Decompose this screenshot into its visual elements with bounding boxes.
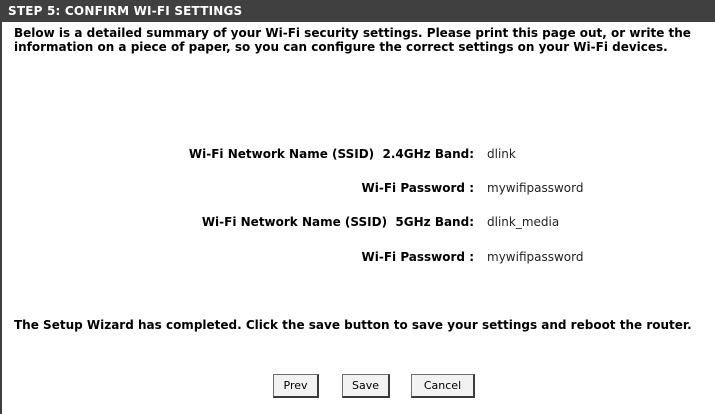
ssid-5ghz-value: dlink_media bbox=[487, 215, 560, 229]
ssid-24ghz-label: Wi-Fi Network Name (SSID) 2.4GHz Band: bbox=[188, 147, 474, 161]
password-24ghz-row: Wi-Fi Password : mywifipassword bbox=[2, 179, 715, 197]
password-5ghz-label: Wi-Fi Password : bbox=[361, 250, 475, 264]
ssid-24ghz-row: Wi-Fi Network Name (SSID) 2.4GHz Band: d… bbox=[2, 145, 715, 163]
password-24ghz-value: mywifipassword bbox=[487, 181, 584, 195]
ssid-5ghz-label: Wi-Fi Network Name (SSID) 5GHz Band: bbox=[201, 215, 474, 229]
completion-text: The Setup Wizard has completed. Click th… bbox=[14, 318, 692, 332]
prev-button[interactable]: Prev bbox=[273, 374, 319, 398]
password-24ghz-label: Wi-Fi Password : bbox=[361, 181, 475, 195]
ssid-24ghz-value: dlink bbox=[487, 147, 516, 161]
wizard-panel: STEP 5: CONFIRM WI-FI SETTINGS Below is … bbox=[0, 0, 715, 414]
save-button[interactable]: Save bbox=[342, 374, 390, 398]
intro-text: Below is a detailed summary of your Wi-F… bbox=[14, 26, 691, 54]
cancel-button[interactable]: Cancel bbox=[411, 374, 475, 398]
password-5ghz-value: mywifipassword bbox=[487, 250, 584, 264]
ssid-5ghz-row: Wi-Fi Network Name (SSID) 5GHz Band: dli… bbox=[2, 213, 715, 231]
password-5ghz-row: Wi-Fi Password : mywifipassword bbox=[2, 248, 715, 266]
step-header: STEP 5: CONFIRM WI-FI SETTINGS bbox=[2, 0, 715, 22]
